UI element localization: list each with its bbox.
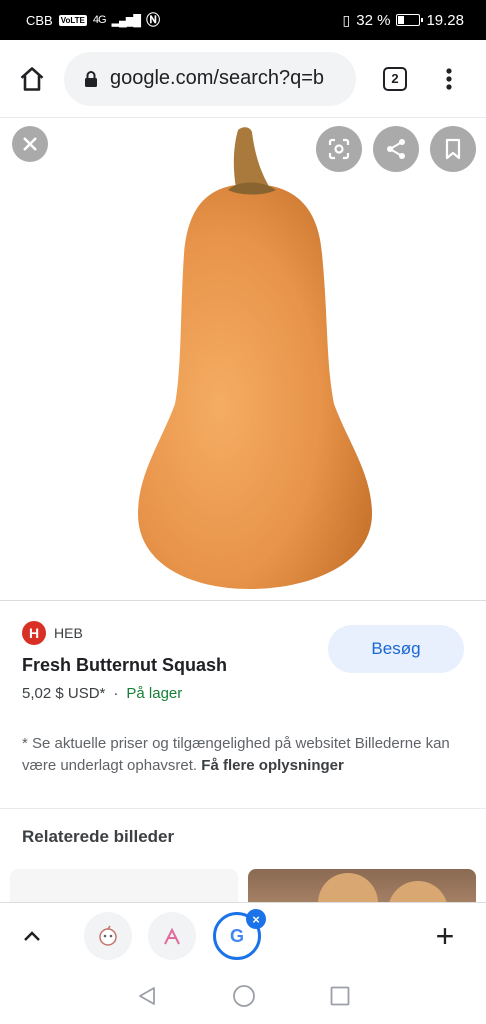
close-button[interactable] <box>12 126 48 162</box>
share-icon <box>387 139 405 159</box>
bookmark-button[interactable] <box>430 126 476 172</box>
tab-thumbnail-active[interactable]: G × <box>213 909 266 960</box>
lens-icon <box>328 138 350 160</box>
lock-icon <box>85 70 97 87</box>
more-vert-icon <box>446 67 452 90</box>
vibrate-icon: ▯ <box>342 11 351 28</box>
tab-count: 2 <box>383 66 407 91</box>
tab-thumbnail-1[interactable] <box>84 912 132 960</box>
related-thumbnail[interactable] <box>248 869 476 902</box>
back-icon[interactable] <box>136 985 158 1007</box>
related-thumbnail[interactable] <box>10 869 238 902</box>
home-nav-icon[interactable] <box>232 984 256 1008</box>
signal-icon: ▂▄▆█ <box>111 14 141 27</box>
separator: · <box>113 685 119 702</box>
image-viewer <box>0 118 486 600</box>
status-bar: CBB VoLTE 4G ▂▄▆█ Ⓝ ▯ 32 % 19.28 <box>0 0 486 40</box>
home-button[interactable] <box>0 40 64 118</box>
visit-button[interactable]: Besøg <box>328 625 464 673</box>
browser-toolbar: google.com/search?q=b 2 <box>0 40 486 118</box>
google-icon: G <box>229 925 244 946</box>
home-icon <box>20 66 44 91</box>
volte-badge: VoLTE <box>58 14 87 26</box>
squash-image <box>138 127 372 589</box>
close-tab-button[interactable]: × <box>246 909 266 929</box>
system-nav-bar <box>0 968 486 1024</box>
network-label: 4G <box>92 14 107 26</box>
battery-percent: 32 % <box>356 11 391 29</box>
related-title: Relaterede billeder <box>22 827 175 846</box>
url-text: google.com/search?q=b <box>110 67 325 89</box>
chevron-up-icon <box>24 930 40 941</box>
close-icon <box>23 137 37 151</box>
expand-button[interactable] <box>0 903 64 969</box>
result-title[interactable]: Fresh Butternut Squash <box>22 655 227 676</box>
price-row: 5,02 $ USD* · På lager <box>22 685 182 702</box>
new-tab-button[interactable]: + <box>422 913 468 959</box>
bottom-tab-bar: G × + <box>0 902 486 968</box>
tab-thumbnail-2[interactable] <box>148 912 196 960</box>
related-section: Relaterede billeder <box>0 808 486 902</box>
availability: På lager <box>126 685 183 702</box>
carrier-label: CBB <box>26 12 53 28</box>
tab-favicon-icon <box>99 925 117 946</box>
share-button[interactable] <box>373 126 419 172</box>
bookmark-icon <box>445 138 461 160</box>
address-bar[interactable]: google.com/search?q=b <box>64 51 356 106</box>
price: 5,02 $ USD* <box>22 685 106 702</box>
squash-thumb-shape <box>318 873 378 902</box>
more-info-link[interactable]: Få flere oplysninger <box>201 757 344 774</box>
clock: 19.28 <box>426 11 464 29</box>
menu-button[interactable] <box>424 40 474 118</box>
result-info: H HEB Fresh Butternut Squash 5,02 $ USD*… <box>0 600 486 808</box>
squash-thumb-shape <box>388 881 448 902</box>
disclaimer: * Se aktuelle priser og tilgængelighed p… <box>22 733 468 777</box>
source-logo: H <box>22 621 46 645</box>
tab-favicon-icon <box>164 927 180 945</box>
lens-button[interactable] <box>316 126 362 172</box>
source-name: HEB <box>54 625 83 641</box>
source-row[interactable]: H HEB <box>22 621 83 645</box>
nfc-icon: Ⓝ <box>146 12 161 28</box>
battery-icon <box>396 14 424 26</box>
recents-icon[interactable] <box>330 986 350 1006</box>
tab-switcher-button[interactable]: 2 <box>370 40 420 118</box>
